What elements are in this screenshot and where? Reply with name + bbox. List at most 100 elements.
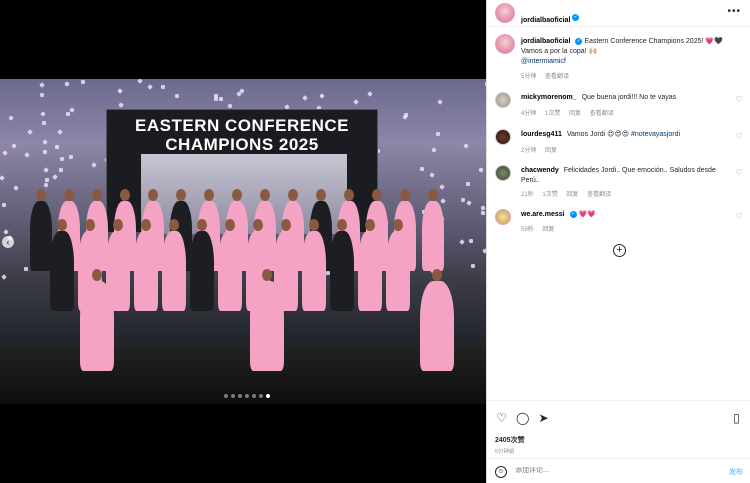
comment-text: 💗💗 xyxy=(578,211,596,218)
commenter-avatar[interactable] xyxy=(495,165,511,181)
player-figure xyxy=(30,189,52,271)
caption-avatar[interactable] xyxy=(495,34,515,54)
confetti-piece xyxy=(419,166,425,172)
more-options-icon[interactable]: ••• xyxy=(727,6,741,17)
comment-username[interactable]: lourdesg411 xyxy=(521,131,562,138)
comment-reply[interactable]: 回复 xyxy=(566,192,578,198)
like-heart-icon[interactable]: ♡ xyxy=(735,133,743,141)
confetti-piece xyxy=(54,144,60,149)
bookmark-icon[interactable]: ▯ xyxy=(730,412,743,425)
slide-indicator xyxy=(224,394,270,398)
comment-meta: 4分钟 1次赞 回复 查看翻译 xyxy=(521,108,621,117)
confetti-piece xyxy=(435,131,440,136)
commenter-avatar[interactable] xyxy=(495,129,511,145)
confetti-piece xyxy=(117,88,124,94)
confetti-piece xyxy=(470,263,475,269)
comment-icon[interactable]: ◯ xyxy=(516,412,529,425)
comment-username[interactable]: mickymorenom_ xyxy=(521,94,577,101)
confetti-piece xyxy=(24,151,30,158)
comment-text-block: chacwendy Felicidades Jordi.. Que emoció… xyxy=(521,166,729,186)
player-head xyxy=(57,219,67,231)
caption-meta: 5分钟 查看翻译 xyxy=(521,71,576,80)
player-figure xyxy=(80,269,114,371)
player-figure xyxy=(302,219,326,311)
confetti-piece xyxy=(218,96,224,102)
comment-text-block: lourdesg411 Vamos Jordi 😍😍😍 #notevayasjo… xyxy=(521,130,729,140)
previous-slide-icon[interactable]: ‹ xyxy=(2,236,14,248)
like-heart-icon[interactable]: ♡ xyxy=(735,213,743,221)
confetti-piece xyxy=(436,99,443,105)
comment-username[interactable]: we.are.messi xyxy=(521,211,565,218)
comment-reply[interactable]: 回复 xyxy=(569,111,581,117)
comment-translate[interactable]: 查看翻译 xyxy=(590,111,614,117)
comment-reply[interactable]: 回复 xyxy=(545,148,557,154)
confetti-piece xyxy=(66,111,71,116)
comment-time: 4分钟 xyxy=(521,111,537,117)
confetti-piece xyxy=(466,181,471,186)
like-heart-icon[interactable]: ♡ xyxy=(735,169,743,177)
player-head xyxy=(169,219,179,231)
comment-composer: ☺ 发布 xyxy=(487,458,750,483)
confetti-piece xyxy=(3,229,9,236)
load-more-comments-icon[interactable]: + xyxy=(613,244,626,257)
confetti-piece xyxy=(367,91,373,98)
confetti-piece xyxy=(59,156,65,162)
confetti-piece xyxy=(8,114,14,121)
post-header: jordialbaoficial ✓ ••• xyxy=(487,0,750,27)
player-head xyxy=(372,189,382,201)
comment-translate[interactable]: 查看翻译 xyxy=(587,192,611,198)
commenter-avatar[interactable] xyxy=(495,92,511,108)
confetti-piece xyxy=(58,167,63,172)
slide-dot xyxy=(224,394,228,398)
post-photo[interactable]: EASTERN CONFERENCE CHAMPIONS 2025 xyxy=(0,79,486,404)
commenter-avatar[interactable] xyxy=(495,209,511,225)
confetti-piece xyxy=(1,202,7,208)
verified-badge-icon: ✓ xyxy=(575,37,583,45)
player-figure xyxy=(422,189,444,271)
confetti-piece xyxy=(41,120,47,126)
post-comment-button[interactable]: 发布 xyxy=(729,467,743,477)
caption-translate[interactable]: 查看翻译 xyxy=(545,74,569,80)
comment-meta: 21秒 1次赞 回复 查看翻译 xyxy=(521,189,618,198)
confetti-piece xyxy=(64,80,70,87)
confetti-piece xyxy=(43,149,48,154)
author-avatar[interactable] xyxy=(495,3,515,23)
comment-likes[interactable]: 1次赞 xyxy=(542,192,557,198)
player-head xyxy=(232,189,242,201)
player-head xyxy=(260,189,270,201)
confetti-piece xyxy=(160,84,165,89)
comment-hashtag[interactable]: #notevayasjordi xyxy=(631,131,680,138)
comment-text-block: we.are.messi ✓ 💗💗 xyxy=(521,210,729,220)
caption-username[interactable]: jordialbaoficial xyxy=(521,38,570,45)
caption-time: 5分钟 xyxy=(521,74,537,80)
comment-text-block: mickymorenom_ Que buena jordi!!! No te v… xyxy=(521,93,729,103)
confetti-piece xyxy=(174,94,180,99)
player-head xyxy=(92,189,102,201)
emoji-icon[interactable]: ☺ xyxy=(495,466,507,478)
comment-time: 2分钟 xyxy=(521,148,537,154)
player-figure xyxy=(386,219,410,311)
player-head xyxy=(64,189,74,201)
banner-title: EASTERN CONFERENCE CHAMPIONS 2025 xyxy=(135,116,349,154)
player-figure xyxy=(50,219,74,311)
player-head xyxy=(262,269,272,281)
comment-input[interactable] xyxy=(515,467,685,474)
like-icon[interactable]: ♡ xyxy=(495,412,508,425)
confetti-piece xyxy=(478,167,484,173)
like-heart-icon[interactable]: ♡ xyxy=(735,96,743,104)
confetti-piece xyxy=(463,143,470,149)
comment-likes[interactable]: 1次赞 xyxy=(545,111,560,117)
player-head xyxy=(120,189,130,201)
player-head xyxy=(197,219,207,231)
comment-reply[interactable]: 回复 xyxy=(542,227,554,233)
player-head xyxy=(428,189,438,201)
verified-badge-icon: ✓ xyxy=(572,14,580,22)
comment-username[interactable]: chacwendy xyxy=(521,167,559,174)
player-head xyxy=(253,219,263,231)
confetti-piece xyxy=(38,82,45,89)
verified-badge-icon: ✓ xyxy=(569,210,577,218)
author-username[interactable]: jordialbaoficial xyxy=(521,17,570,24)
like-count[interactable]: 2405次赞 xyxy=(495,435,525,445)
caption-mention[interactable]: @intermiamicf xyxy=(521,58,566,65)
share-icon[interactable]: ➤ xyxy=(537,412,550,425)
